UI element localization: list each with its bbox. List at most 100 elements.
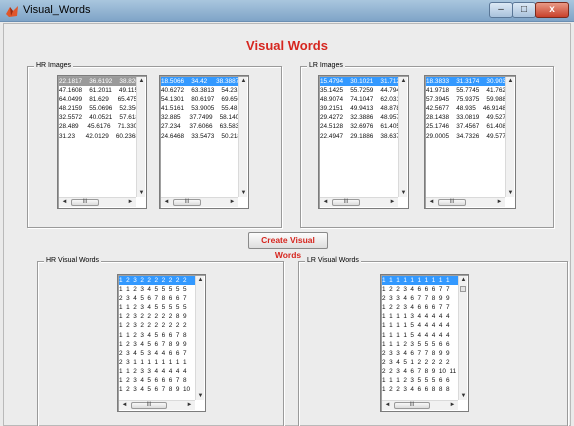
horizontal-scrollbar[interactable]: ◄ III ► (119, 400, 195, 410)
list-item[interactable]: 1 2 2 3 4 6 6 8 8 8 (382, 385, 458, 394)
hr-image-listbox-2[interactable]: 18.5066 34.42 38.3887 40.6272 63.3813 54… (159, 75, 249, 209)
list-item[interactable]: 1 1 1 1 3 4 4 4 4 4 (382, 312, 458, 321)
list-item[interactable]: 28.1438 33.0819 49.527 (426, 113, 505, 122)
list-item[interactable]: 1 1 2 3 4 5 6 6 7 8 (119, 331, 195, 340)
list-item[interactable]: 47.1608 61.2011 49.115 (59, 86, 136, 95)
list-item[interactable]: 22.4947 29.1886 38.637 (320, 132, 398, 141)
list-item[interactable]: 48.2159 55.0696 52.350 (59, 104, 136, 113)
vertical-scrollbar[interactable]: ▲ ▼ (238, 77, 247, 197)
list-item[interactable]: 32.5572 40.0521 57.618 (59, 113, 136, 122)
lr-image-listbox-2[interactable]: 18.3833 31.3174 30.903 41.9718 55.7745 4… (424, 75, 516, 209)
list-item[interactable]: 1 1 1 1 5 4 4 4 4 4 (382, 331, 458, 340)
hr-image-listbox-1[interactable]: 22.1817 36.6192 38.820 47.1608 61.2011 4… (57, 75, 147, 209)
list-item[interactable]: 57.3945 75.9375 59.988 (426, 95, 505, 104)
scroll-right-arrow-icon[interactable]: ► (185, 401, 194, 409)
list-item[interactable]: 25.1746 37.4567 61.408 (426, 122, 505, 131)
list-item[interactable]: 27.234 37.6066 63.5835 (161, 122, 238, 131)
hr-visual-words-listbox[interactable]: 1 2 3 2 2 2 2 2 2 2 1 1 2 3 4 5 5 5 5 5 … (117, 274, 206, 412)
list-item[interactable]: 41.9718 55.7745 41.762 (426, 86, 505, 95)
close-button[interactable]: x (535, 2, 569, 18)
scroll-thumb[interactable] (460, 286, 466, 292)
list-item[interactable]: 32.885 37.7499 58.1408 (161, 113, 238, 122)
list-item[interactable]: 1 2 2 3 4 6 6 6 7 7 (382, 303, 458, 312)
vertical-scrollbar[interactable]: ▲ ▼ (505, 77, 514, 197)
minimize-button[interactable]: – (489, 2, 513, 18)
list-item[interactable]: 1 2 3 2 2 2 2 2 8 9 (119, 312, 195, 321)
list-item[interactable]: 1 2 3 2 2 2 2 2 2 2 (119, 276, 195, 286)
scroll-up-arrow-icon[interactable]: ▲ (506, 77, 515, 85)
horizontal-scrollbar[interactable]: ◄ III ► (426, 197, 505, 207)
scroll-up-arrow-icon[interactable]: ▲ (399, 77, 408, 85)
list-item[interactable]: 42.5677 48.935 46.9148 (426, 104, 505, 113)
scroll-thumb[interactable]: III (394, 402, 430, 409)
create-visual-words-button[interactable]: Create Visual Words (248, 232, 328, 260)
list-item[interactable]: 1 1 1 2 3 5 5 5 6 6 (382, 340, 458, 349)
scroll-left-arrow-icon[interactable]: ◄ (120, 401, 129, 409)
list-item[interactable]: 1 2 3 4 5 6 7 8 9 10 (119, 385, 195, 394)
list-item[interactable]: 1 2 3 4 5 6 7 8 9 9 (119, 340, 195, 349)
lr-visual-words-listbox[interactable]: 1 1 1 1 1 1 1 1 1 1 1 2 2 3 4 6 6 6 7 7 … (380, 274, 469, 412)
list-item[interactable]: 2 3 1 1 1 1 1 1 1 1 (119, 358, 195, 367)
scroll-right-arrow-icon[interactable]: ► (495, 198, 504, 206)
list-item[interactable]: 2 3 4 5 1 2 2 2 2 2 (382, 358, 458, 367)
vertical-scrollbar[interactable]: ▲ ▼ (458, 276, 467, 400)
list-item[interactable]: 1 2 3 4 5 6 6 6 7 8 (119, 376, 195, 385)
list-item[interactable]: 1 1 1 1 1 1 1 1 1 1 (382, 276, 458, 286)
vertical-scrollbar[interactable]: ▲ ▼ (136, 77, 145, 197)
list-item[interactable]: 39.2151 49.9413 48.8786 (320, 104, 398, 113)
list-item[interactable]: 1 1 2 3 3 4 4 4 4 4 (119, 367, 195, 376)
list-item[interactable]: 41.5161 53.9005 55.48 (161, 104, 238, 113)
list-item[interactable]: 29.0005 34.7326 49.577 (426, 132, 505, 141)
list-item[interactable]: 1 1 2 3 4 5 5 5 5 5 (119, 303, 195, 312)
scroll-right-arrow-icon[interactable]: ► (228, 198, 237, 206)
scroll-thumb[interactable]: III (71, 199, 99, 206)
vertical-scrollbar[interactable]: ▲ ▼ (195, 276, 204, 400)
horizontal-scrollbar[interactable]: ◄ III ► (161, 197, 238, 207)
list-item[interactable]: 31.23 42.0129 60.2368 (59, 132, 136, 141)
list-item[interactable]: 15.4794 30.1021 31.712 (320, 77, 398, 87)
list-item[interactable]: 48.9074 74.1047 62.0315 (320, 95, 398, 104)
list-item[interactable]: 54.1301 80.6197 69.6566 (161, 95, 238, 104)
list-item[interactable]: 2 3 3 4 6 7 7 8 9 9 (382, 349, 458, 358)
horizontal-scrollbar[interactable]: ◄ III ► (382, 400, 458, 410)
scroll-down-arrow-icon[interactable]: ▼ (399, 189, 408, 197)
scroll-left-arrow-icon[interactable]: ◄ (427, 198, 436, 206)
scroll-down-arrow-icon[interactable]: ▼ (137, 189, 146, 197)
scroll-down-arrow-icon[interactable]: ▼ (239, 189, 248, 197)
scroll-up-arrow-icon[interactable]: ▲ (459, 276, 468, 284)
list-item[interactable]: 2 3 3 4 6 7 7 8 9 9 (382, 294, 458, 303)
list-item[interactable]: 2 3 4 5 6 7 8 6 6 7 (119, 294, 195, 303)
list-item[interactable]: 1 1 1 2 3 5 5 5 6 6 (382, 376, 458, 385)
maximize-button[interactable]: □ (512, 2, 536, 18)
horizontal-scrollbar[interactable]: ◄ III ► (59, 197, 136, 207)
list-item[interactable]: 35.1425 55.7259 44.794 (320, 86, 398, 95)
list-item[interactable]: 1 1 2 3 4 5 5 5 5 5 (119, 285, 195, 294)
vertical-scrollbar[interactable]: ▲ ▼ (398, 77, 407, 197)
list-item[interactable]: 18.3833 31.3174 30.903 (426, 77, 505, 87)
scroll-left-arrow-icon[interactable]: ◄ (383, 401, 392, 409)
scroll-down-arrow-icon[interactable]: ▼ (459, 392, 468, 400)
list-item[interactable]: 24.6468 33.5473 50.2186 (161, 132, 238, 141)
list-item[interactable]: 1 1 1 1 5 4 4 4 4 4 (382, 321, 458, 330)
scroll-left-arrow-icon[interactable]: ◄ (321, 198, 330, 206)
list-item[interactable]: 1 2 3 2 2 2 2 2 2 2 (119, 321, 195, 330)
scroll-up-arrow-icon[interactable]: ▲ (239, 77, 248, 85)
scroll-left-arrow-icon[interactable]: ◄ (60, 198, 69, 206)
scroll-right-arrow-icon[interactable]: ► (388, 198, 397, 206)
list-item[interactable]: 40.6272 63.3813 54.2318 (161, 86, 238, 95)
scroll-left-arrow-icon[interactable]: ◄ (162, 198, 171, 206)
list-item[interactable]: 64.0499 81.629 65.4758 (59, 95, 136, 104)
scroll-thumb[interactable]: III (332, 199, 360, 206)
scroll-down-arrow-icon[interactable]: ▼ (196, 392, 205, 400)
list-item[interactable]: 29.4272 32.3886 48.957 (320, 113, 398, 122)
list-item[interactable]: 2 2 3 4 6 7 8 9 10 11 (382, 367, 458, 376)
scroll-right-arrow-icon[interactable]: ► (448, 401, 457, 409)
lr-image-listbox-1[interactable]: 15.4794 30.1021 31.712 35.1425 55.7259 4… (318, 75, 409, 209)
scroll-thumb[interactable]: III (173, 199, 201, 206)
scroll-up-arrow-icon[interactable]: ▲ (196, 276, 205, 284)
list-item[interactable]: 28.489 45.6176 71.3301 (59, 122, 136, 131)
list-item[interactable]: 1 2 2 3 4 6 6 6 7 7 (382, 285, 458, 294)
list-item[interactable]: 24.5128 32.6976 61.405 (320, 122, 398, 131)
list-item[interactable]: 18.5066 34.42 38.3887 (161, 77, 238, 87)
scroll-right-arrow-icon[interactable]: ► (126, 198, 135, 206)
